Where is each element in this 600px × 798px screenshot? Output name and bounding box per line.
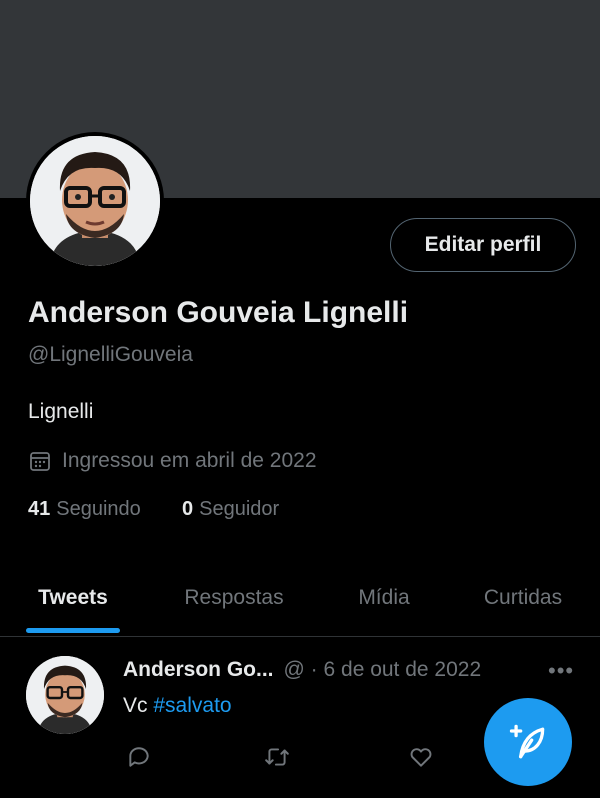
followers-count: 0 xyxy=(182,498,194,520)
active-tab-indicator xyxy=(26,628,120,633)
joined-text: Ingressou em abril de 2022 xyxy=(62,449,317,472)
avatar-image xyxy=(30,136,160,266)
profile-name: Anderson Gouveia Lignelli xyxy=(28,296,409,329)
calendar-icon xyxy=(30,452,50,471)
compose-button[interactable] xyxy=(484,698,572,786)
tab-respostas[interactable]: Respostas xyxy=(146,560,322,636)
edit-profile-button[interactable]: Editar perfil xyxy=(390,218,576,272)
tweet-hashtag[interactable]: #salvato xyxy=(153,694,231,717)
tab-curtidas[interactable]: Curtidas xyxy=(446,560,600,636)
profile-avatar[interactable] xyxy=(26,132,164,270)
followers-link[interactable]: 0 Seguidor xyxy=(182,498,279,521)
following-link[interactable]: 41 Seguindo xyxy=(28,498,141,521)
joined-date: Ingressou em abril de 2022 xyxy=(28,449,317,473)
tweet-text: Vc #salvato xyxy=(123,694,232,718)
reply-icon[interactable] xyxy=(124,742,154,772)
tweet-body: Vc xyxy=(123,694,148,717)
compose-icon xyxy=(509,724,545,759)
following-label: Seguindo xyxy=(56,498,141,520)
retweet-icon[interactable] xyxy=(262,742,292,772)
profile-handle: @LignelliGouveia xyxy=(28,343,193,366)
tweet-avatar[interactable] xyxy=(26,656,104,734)
more-icon[interactable]: ••• xyxy=(548,658,574,684)
tab-midia[interactable]: Mídia xyxy=(322,560,446,636)
followers-label: Seguidor xyxy=(199,498,280,520)
profile-bio: Lignelli xyxy=(28,400,94,423)
like-icon[interactable] xyxy=(406,742,436,772)
tab-tweets[interactable]: Tweets xyxy=(0,560,146,636)
tweet-meta: @ · 6 de out de 2022 xyxy=(283,658,482,681)
tweet-author[interactable]: Anderson Go... xyxy=(123,658,274,682)
profile-tabs: Tweets Respostas Mídia Curtidas xyxy=(0,560,600,637)
tweet-header: Anderson Go... @ · 6 de out de 2022 xyxy=(123,658,481,682)
following-count: 41 xyxy=(28,498,51,520)
